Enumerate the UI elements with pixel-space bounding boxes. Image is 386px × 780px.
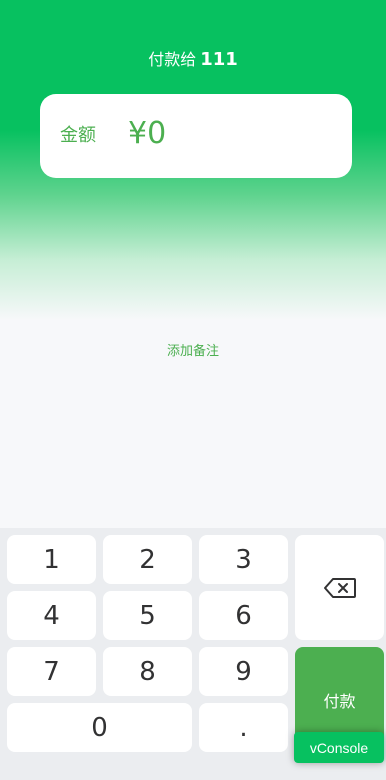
key-2[interactable]: 2 [103, 535, 192, 584]
amount-card[interactable]: 金额 ¥0 [40, 94, 352, 178]
vconsole-button[interactable]: vConsole [294, 732, 384, 763]
delete-key[interactable] [295, 535, 384, 640]
currency-symbol: ¥ [128, 116, 148, 151]
payee-name: 111 [200, 49, 238, 70]
key-5[interactable]: 5 [103, 591, 192, 640]
key-8[interactable]: 8 [103, 647, 192, 696]
key-1[interactable]: 1 [7, 535, 96, 584]
amount-display: ¥0 [128, 114, 166, 154]
pay-title: 付款给 111 [0, 48, 386, 72]
backspace-icon [323, 577, 356, 598]
key-6[interactable]: 6 [199, 591, 288, 640]
payment-page: 付款给 111 金额 ¥0 添加备注 1 2 3 4 5 6 7 8 9 0 . … [0, 0, 386, 780]
amount-value: 0 [147, 116, 167, 151]
key-0[interactable]: 0 [7, 703, 192, 752]
key-3[interactable]: 3 [199, 535, 288, 584]
pay-title-prefix: 付款给 [148, 50, 197, 69]
add-remark-link[interactable]: 添加备注 [0, 343, 386, 361]
amount-label: 金额 [60, 125, 96, 146]
key-decimal[interactable]: . [199, 703, 288, 752]
key-9[interactable]: 9 [199, 647, 288, 696]
key-4[interactable]: 4 [7, 591, 96, 640]
key-7[interactable]: 7 [7, 647, 96, 696]
